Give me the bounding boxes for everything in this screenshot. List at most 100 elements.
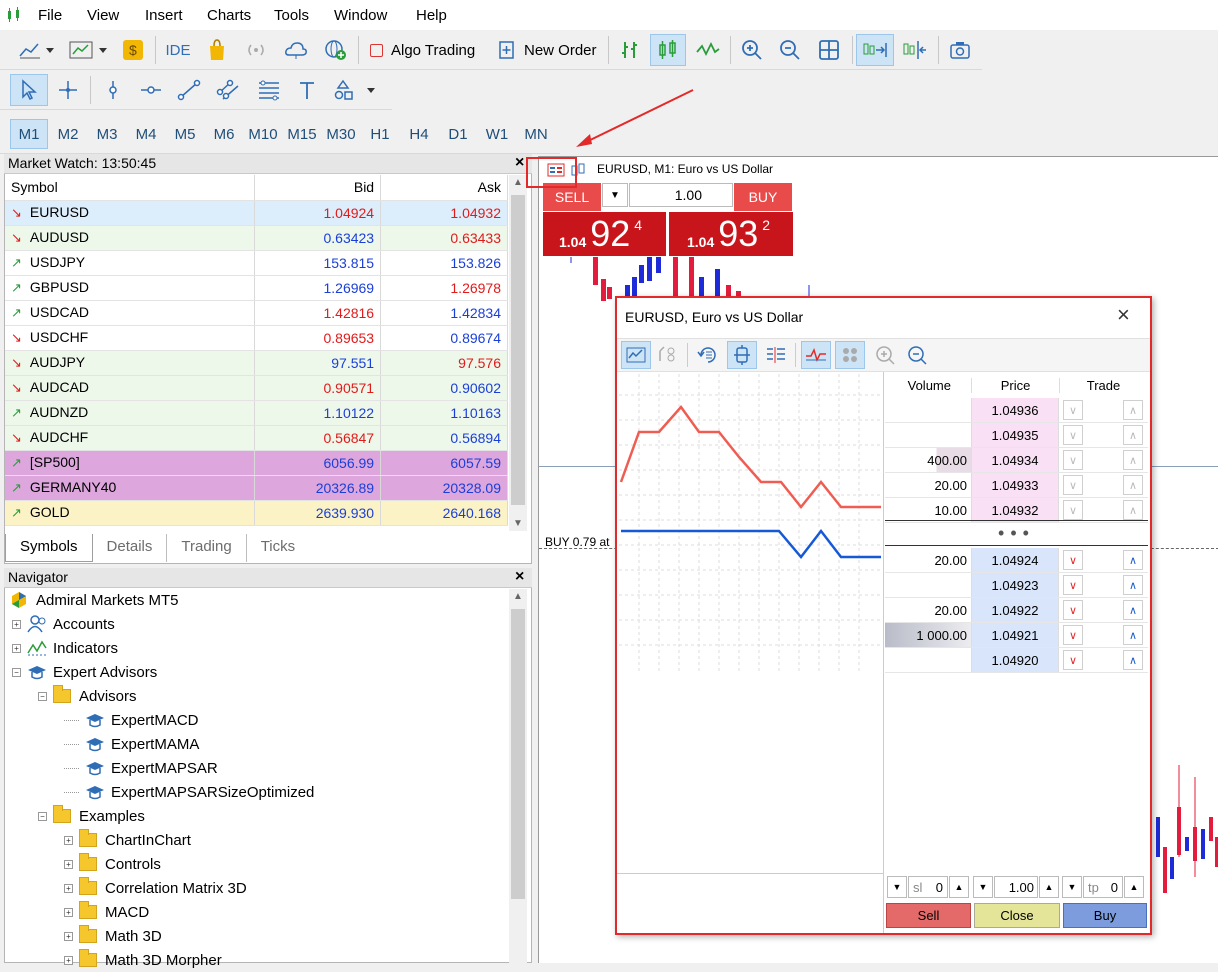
scroll-thumb[interactable] <box>511 195 525 505</box>
dom-sell-button[interactable]: Sell <box>886 903 971 928</box>
line-chart-button[interactable] <box>690 34 726 66</box>
symbol-cell[interactable]: ↗ USDCAD <box>5 300 256 326</box>
chart-shift-button[interactable] <box>896 34 934 66</box>
tile-windows-button[interactable] <box>812 34 846 66</box>
expand-icon[interactable]: + <box>64 835 73 845</box>
shapes-button[interactable] <box>330 74 380 106</box>
zoom-out-button[interactable] <box>774 34 806 66</box>
navigator-item[interactable]: ExpertMAPSAR <box>64 756 218 780</box>
sell-limit-icon[interactable]: ∨ <box>1063 650 1083 670</box>
zoom-in-button[interactable] <box>736 34 768 66</box>
expand-icon[interactable]: + <box>64 883 73 893</box>
tab-ticks[interactable]: Ticks <box>247 534 309 562</box>
market-button[interactable] <box>202 34 232 66</box>
volume-up-icon[interactable]: ▲ <box>1039 876 1059 898</box>
buy-limit-icon[interactable]: ∧ <box>1123 550 1143 570</box>
tab-details[interactable]: Details <box>93 534 168 562</box>
buy-limit-icon[interactable]: ∧ <box>1123 575 1143 595</box>
expand-icon[interactable]: + <box>12 643 21 653</box>
dom-close-button[interactable]: Close <box>974 903 1060 928</box>
algo-trading-button[interactable]: Algo Trading <box>366 34 486 66</box>
menu-tools[interactable]: Tools <box>274 7 309 24</box>
sell-limit-icon[interactable]: ∨ <box>1063 500 1083 520</box>
scroll-up-icon[interactable]: ▲ <box>513 177 523 188</box>
navigator-item[interactable]: + Indicators <box>12 636 118 660</box>
market-watch-scrollbar[interactable]: ▲ ▼ <box>509 175 527 531</box>
sl-up-icon[interactable]: ▲ <box>949 876 969 898</box>
symbol-cell[interactable]: ↘ AUDUSD <box>5 225 256 251</box>
crosshair-button[interactable] <box>52 74 84 106</box>
symbol-cell[interactable]: ↘ AUDCHF <box>5 425 256 451</box>
sell-limit-icon[interactable]: ∨ <box>1063 425 1083 445</box>
timeframe-w1-button[interactable]: W1 <box>478 119 516 149</box>
navigator-item[interactable]: + Math 3D Morpher <box>64 948 222 972</box>
symbol-cell[interactable]: ↗ [SP500] <box>5 450 256 476</box>
navigator-item[interactable]: + Controls <box>64 852 161 876</box>
signals-button[interactable] <box>240 34 272 66</box>
table-row[interactable]: ↗ USDCAD 1.42816 1.42834 <box>5 300 508 326</box>
tab-symbols[interactable]: Symbols <box>5 534 93 562</box>
collapse-icon[interactable]: − <box>12 667 21 677</box>
symbol-cell[interactable]: ↗ AUDNZD <box>5 400 256 426</box>
dom-chart-button[interactable] <box>621 341 651 369</box>
buy-limit-icon[interactable]: ∧ <box>1123 600 1143 620</box>
navigator-item[interactable]: ExpertMAPSARSizeOptimized <box>64 780 314 804</box>
navigator-item[interactable]: ExpertMAMA <box>64 732 199 756</box>
ide-button[interactable]: IDE <box>163 34 193 66</box>
bid-row[interactable]: 1.04923 ∨ ∧ <box>885 573 1148 598</box>
navigator-item[interactable]: − Expert Advisors <box>12 660 157 684</box>
table-row[interactable]: ↗ AUDNZD 1.10122 1.10163 <box>5 400 508 426</box>
buy-limit-icon[interactable]: ∧ <box>1123 475 1143 495</box>
symbol-cell[interactable]: ↘ AUDJPY <box>5 350 256 376</box>
community-button[interactable] <box>320 34 352 66</box>
timeframe-mn-button[interactable]: MN <box>517 119 555 149</box>
tp-up-icon[interactable]: ▲ <box>1124 876 1144 898</box>
timeframe-h4-button[interactable]: H4 <box>400 119 438 149</box>
price-cell[interactable]: 1.04924 <box>971 548 1059 572</box>
navigator-scrollbar[interactable]: ▲ <box>509 589 527 963</box>
symbol-cell[interactable]: ↘ USDCHF <box>5 325 256 351</box>
dom-volume-input[interactable]: 1.00 <box>994 876 1038 898</box>
column-header-ask[interactable]: Ask <box>380 175 508 201</box>
table-row[interactable]: ↘ AUDUSD 0.63423 0.63433 <box>5 225 508 251</box>
horizontal-line-button[interactable] <box>136 74 166 106</box>
sl-down-icon[interactable]: ▼ <box>887 876 907 898</box>
price-cell[interactable]: 1.04936 <box>971 398 1059 422</box>
timeframe-m1-button[interactable]: M1 <box>10 119 48 149</box>
timeframe-m5-button[interactable]: M5 <box>166 119 204 149</box>
buy-limit-icon[interactable]: ∧ <box>1123 625 1143 645</box>
symbol-cell[interactable]: ↘ EURUSD <box>5 200 256 226</box>
table-row[interactable]: ↘ AUDJPY 97.551 97.576 <box>5 350 508 376</box>
bid-row[interactable]: 20.00 1.04922 ∨ ∧ <box>885 598 1148 623</box>
sell-limit-icon[interactable]: ∨ <box>1063 400 1083 420</box>
dom-close-icon[interactable]: × <box>1117 302 1130 328</box>
trendline-button[interactable] <box>174 74 204 106</box>
timeframe-m2-button[interactable]: M2 <box>49 119 87 149</box>
candlestick-button[interactable] <box>650 34 686 66</box>
vertical-line-button[interactable] <box>98 74 128 106</box>
symbol-cell[interactable]: ↗ GERMANY40 <box>5 475 256 501</box>
expand-icon[interactable]: + <box>64 859 73 869</box>
sell-limit-icon[interactable]: ∨ <box>1063 575 1083 595</box>
buy-limit-icon[interactable]: ∧ <box>1123 650 1143 670</box>
bid-row[interactable]: 1.04920 ∨ ∧ <box>885 648 1148 673</box>
collapse-icon[interactable]: − <box>38 811 47 821</box>
price-cell[interactable]: 1.04935 <box>971 423 1059 447</box>
dom-buy-button[interactable]: Buy <box>1063 903 1147 928</box>
dom-zoom-out-button[interactable] <box>907 345 929 368</box>
autoscroll-button[interactable] <box>856 34 894 66</box>
column-header-bid[interactable]: Bid <box>254 175 382 201</box>
ask-row[interactable]: 1.04936 ∨ ∧ <box>885 398 1148 423</box>
dom-center-button[interactable] <box>727 341 757 369</box>
scroll-down-icon[interactable]: ▼ <box>513 518 523 529</box>
price-cell[interactable]: 1.04934 <box>971 448 1059 472</box>
ask-row[interactable]: 1.04935 ∨ ∧ <box>885 423 1148 448</box>
symbol-cell[interactable]: ↗ GOLD <box>5 500 256 526</box>
sell-limit-icon[interactable]: ∨ <box>1063 450 1083 470</box>
expand-icon[interactable]: + <box>12 619 21 629</box>
navigator-item[interactable]: + Accounts <box>12 612 115 636</box>
market-watch-close-icon[interactable]: × <box>515 154 524 172</box>
text-button[interactable] <box>292 74 322 106</box>
bid-row[interactable]: 20.00 1.04924 ∨ ∧ <box>885 548 1148 573</box>
timeframe-m10-button[interactable]: M10 <box>244 119 282 149</box>
